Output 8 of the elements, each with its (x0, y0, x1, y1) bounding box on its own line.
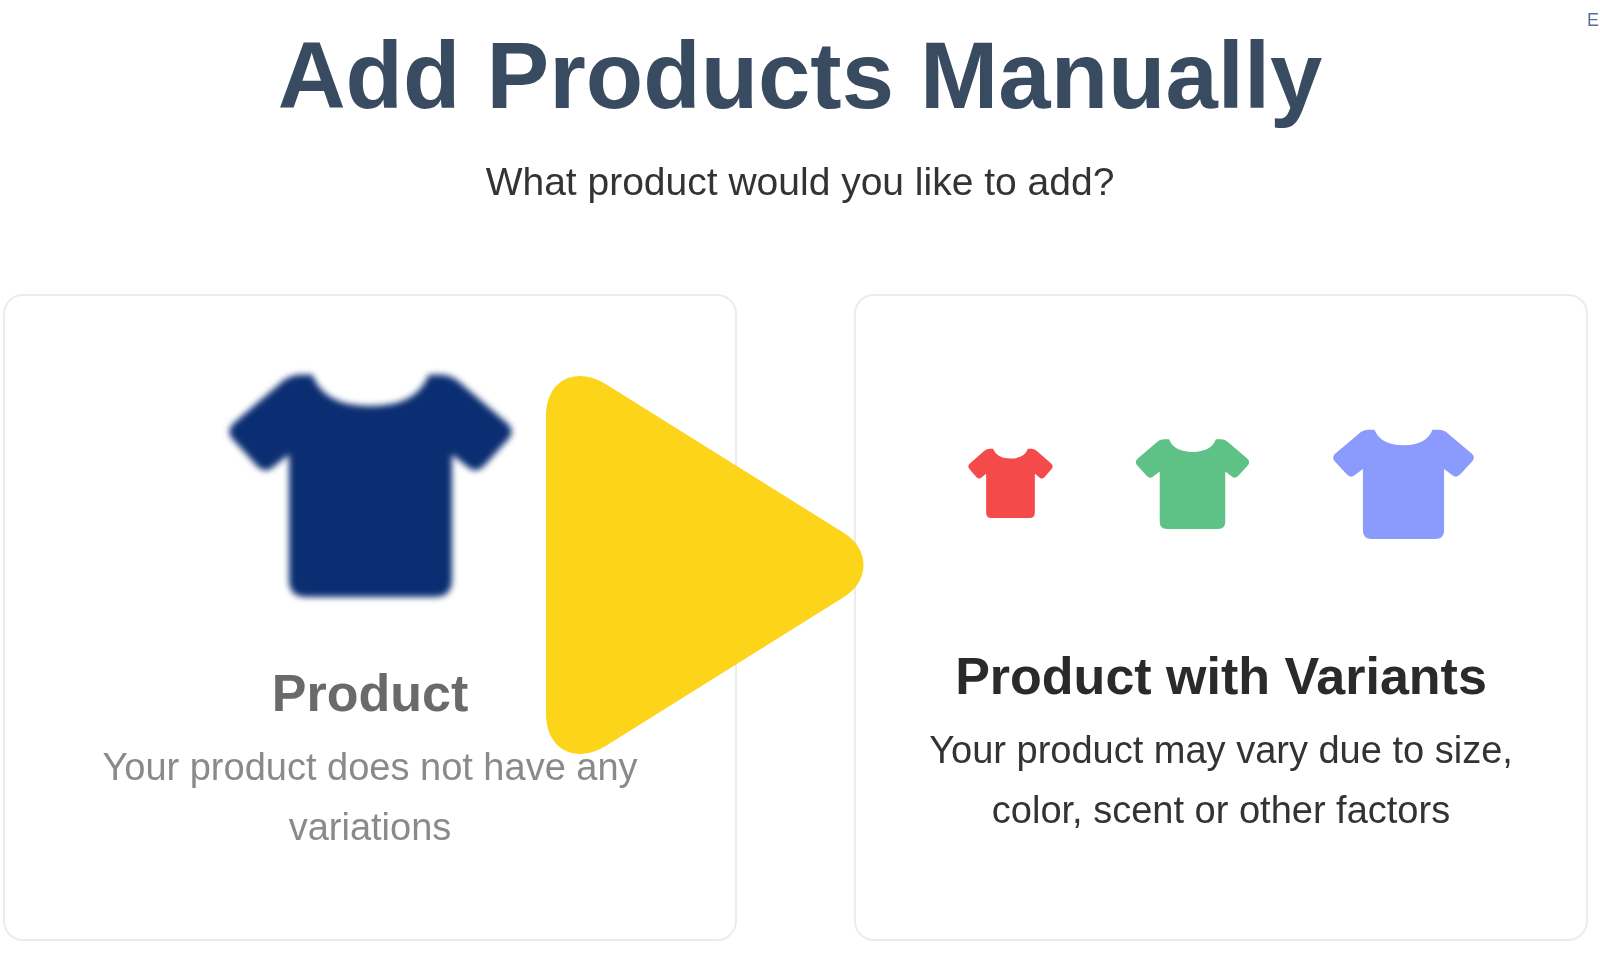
option-title: Product with Variants (955, 646, 1487, 707)
option-card[interactable]: Product with Variants Your product may vary due to size, color, scent or other factors (854, 293, 1588, 941)
corner-text: E (1587, 10, 1599, 32)
page-title: Add Products Manually (277, 22, 1323, 130)
option-description: Your product does not have any variations (101, 744, 639, 850)
option-title: Product (271, 663, 469, 724)
page-subtitle: What product would you like to add? (485, 160, 1115, 205)
option-description: Your product may vary due to size, color, scent or other factors (928, 727, 1514, 833)
